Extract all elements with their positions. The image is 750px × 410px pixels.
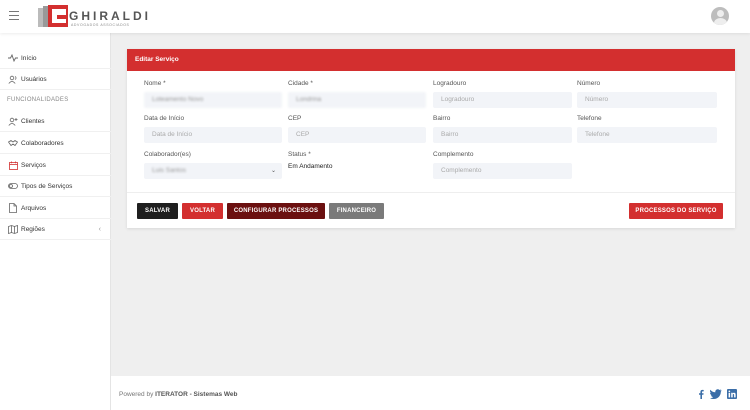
sidebar: Início Usuários FUNCIONALIDADES Clientes… — [0, 33, 111, 410]
logo-subtitle: ADVOGADOS ASSOCIADOS — [71, 23, 130, 27]
sidebar-item-colaboradores[interactable]: Colaboradores — [0, 133, 111, 154]
top-bar: GHIRALDI ADVOGADOS ASSOCIADOS — [0, 0, 750, 33]
sidebar-section-label: FUNCIONALIDADES — [7, 97, 69, 103]
colaborador-select[interactable]: Luis Santos ⌄ — [144, 163, 282, 179]
configure-processes-button[interactable]: CONFIGURAR PROCESSOS — [227, 203, 325, 219]
data-inicio-label: Data de Início — [144, 115, 185, 122]
sidebar-item-arquivos[interactable]: Arquivos — [0, 198, 111, 219]
numero-label: Número — [577, 80, 601, 87]
bairro-label: Bairro — [433, 115, 451, 122]
save-button[interactable]: SALVAR — [137, 203, 178, 219]
colaborador-label: Colaborador(es) — [144, 151, 191, 158]
menu-icon[interactable] — [9, 11, 19, 20]
colaborador-value: Luis Santos — [152, 167, 186, 174]
bairro-input[interactable]: Bairro — [433, 127, 572, 143]
sidebar-item-tipos-de-servicos[interactable]: Tipos de Serviços — [0, 176, 111, 197]
sidebar-item-label: Tipos de Serviços — [21, 182, 73, 190]
handshake-icon — [7, 137, 19, 149]
sidebar-item-regioes[interactable]: Regiões ‹ — [0, 219, 111, 240]
back-button[interactable]: VOLTAR — [182, 203, 223, 219]
logradouro-input[interactable]: Logradouro — [433, 92, 572, 108]
file-icon — [7, 202, 19, 214]
user-plus-icon — [7, 115, 19, 127]
logradouro-label: Logradouro — [433, 80, 467, 87]
financial-button[interactable]: FINANCEIRO — [329, 203, 384, 219]
logo-mark — [38, 5, 68, 27]
sidebar-item-label: Arquivos — [21, 204, 47, 212]
facebook-icon[interactable] — [696, 389, 706, 399]
sidebar-item-clientes[interactable]: Clientes — [0, 111, 111, 132]
sidebar-item-usuarios[interactable]: Usuários — [0, 69, 111, 90]
sidebar-item-servicos[interactable]: Serviços — [0, 155, 111, 176]
logo-text: GHIRALDI — [69, 9, 151, 23]
toggle-icon — [7, 180, 19, 192]
sidebar-item-label: Usuários — [21, 75, 47, 83]
logo[interactable]: GHIRALDI ADVOGADOS ASSOCIADOS — [38, 5, 148, 29]
cep-input[interactable]: CEP — [288, 127, 426, 143]
footer: Powered by ITERATOR - Sistemas Web — [111, 376, 750, 410]
telefone-label: Telefone — [577, 115, 602, 122]
complemento-input[interactable]: Complemento — [433, 163, 572, 179]
card-title: Editar Serviço — [127, 49, 735, 71]
edit-service-card: Editar Serviço Nome * Loteamento Novo Ci… — [127, 49, 735, 228]
sidebar-item-inicio[interactable]: Início — [0, 48, 111, 69]
nome-input[interactable]: Loteamento Novo — [144, 92, 282, 108]
avatar[interactable] — [711, 7, 729, 25]
users-icon — [7, 73, 19, 85]
status-label: Status * — [288, 151, 311, 158]
cidade-input[interactable]: Londrina — [288, 92, 426, 108]
activity-icon — [7, 52, 19, 64]
footer-prefix: Powered by — [119, 391, 156, 398]
chevron-down-icon: ⌄ — [270, 168, 276, 174]
cep-label: CEP — [288, 115, 302, 122]
footer-credit: Powered by ITERATOR - Sistemas Web — [119, 391, 238, 398]
status-value: Em Andamento — [288, 163, 333, 170]
twitter-icon[interactable] — [710, 389, 722, 399]
data-inicio-input[interactable]: Data de Início — [144, 127, 282, 143]
footer-brand-link[interactable]: ITERATOR - Sistemas Web — [155, 391, 237, 398]
telefone-input[interactable]: Telefone — [577, 127, 717, 143]
service-processes-button[interactable]: PROCESSOS DO SERVIÇO — [629, 203, 723, 219]
sidebar-item-label: Clientes — [21, 117, 45, 125]
cidade-label: Cidade * — [288, 80, 313, 87]
numero-input[interactable]: Número — [577, 92, 717, 108]
chevron-left-icon[interactable]: ‹ — [99, 226, 101, 233]
linkedin-icon[interactable] — [727, 389, 737, 399]
sidebar-item-label: Serviços — [21, 161, 46, 169]
nome-label: Nome * — [144, 80, 166, 87]
complemento-label: Complemento — [433, 151, 474, 158]
sidebar-item-label: Início — [21, 54, 37, 62]
map-icon — [7, 223, 19, 235]
divider — [127, 192, 735, 193]
sidebar-item-label: Colaboradores — [21, 139, 64, 147]
sidebar-item-label: Regiões — [21, 225, 45, 233]
calendar-icon — [7, 159, 19, 171]
